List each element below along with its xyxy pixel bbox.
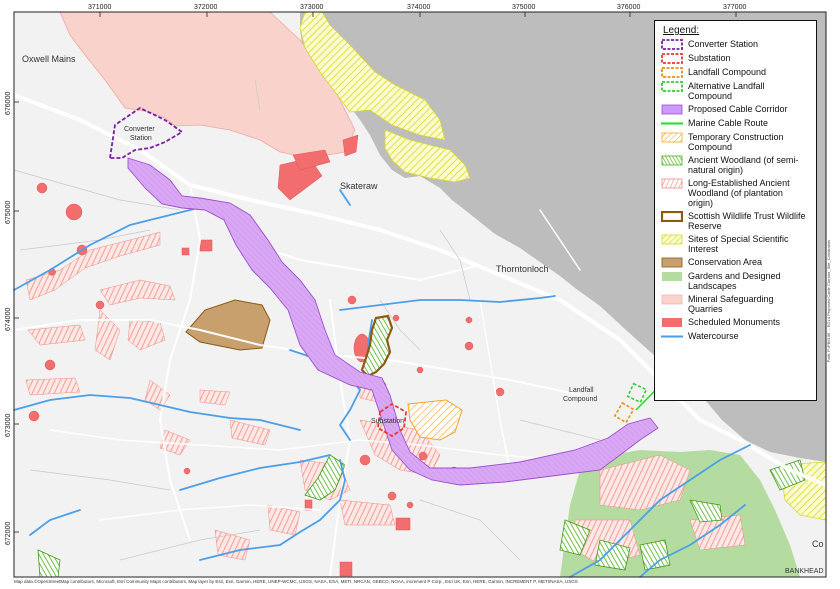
map-credit: Map data ©OpenStreetMap contributors, Mi… (14, 579, 578, 584)
grid-y-label-3: 674000 (5, 308, 12, 331)
legend-swatch-alt-landfall (661, 81, 683, 92)
grid-y-label-5: 672000 (5, 522, 12, 545)
legend-item-alt-landfall: Alternative Landfall Compound (661, 81, 810, 101)
legend-swatch-marine-cable (661, 118, 683, 129)
place-oxwell-mains: Oxwell Mains (22, 54, 76, 64)
place-thorntonloch: Thorntonloch (496, 264, 549, 274)
place-bankhead-partial: Co (812, 539, 824, 549)
grid-x-label-1: 371000 (88, 4, 111, 11)
label-converter-station-line1: Converter (124, 126, 155, 133)
legend-item-monuments: Scheduled Monuments (661, 317, 810, 328)
grid-x-label-2: 372000 (194, 4, 217, 11)
legend-swatch-swt-reserve (660, 210, 684, 223)
legend-swatch-landfall-compound (661, 67, 683, 78)
grid-y-label-1: 676000 (5, 92, 12, 115)
legend-label-sssi: Sites of Special Scientific Interest (688, 234, 789, 254)
legend-swatch-substation (661, 53, 683, 64)
legend-label-swt-reserve: Scottish Wildlife Trust Wildlife Reserve (688, 211, 806, 231)
legend-item-sssi: Sites of Special Scientific Interest (661, 234, 810, 254)
legend-label-lepo-woodland: Long-Established Ancient Woodland (of pl… (688, 178, 790, 208)
legend-label-ancient-woodland: Ancient Woodland (of semi-natural origin… (688, 155, 799, 175)
legend-label-gardens: Gardens and Designed Landscapes (688, 271, 781, 291)
grid-x-label-6: 376000 (617, 4, 640, 11)
legend-item-mineral: Mineral Safeguarding Quarries (661, 294, 810, 314)
legend-item-swt-reserve: Scottish Wildlife Trust Wildlife Reserve (660, 210, 810, 231)
legend-label-alt-landfall: Alternative Landfall Compound (688, 81, 765, 101)
legend-swatch-temp-compound (661, 132, 683, 143)
legend-title: Legend: (663, 25, 700, 36)
label-substation: Substation (371, 418, 404, 425)
legend-swatch-watercourse (661, 331, 683, 342)
legend-item-conservation-area: Conservation Area (661, 257, 810, 268)
legend-item-lepo-woodland: Long-Established Ancient Woodland (of pl… (661, 178, 810, 208)
legend-label-marine-cable: Marine Cable Route (688, 118, 769, 128)
legend-swatch-ancient-woodland (661, 155, 683, 166)
legend-label-cable-corridor: Proposed Cable Corridor (688, 104, 788, 114)
legend-item-temp-compound: Temporary Construction Compound (661, 132, 810, 152)
legend-swatch-gardens (661, 271, 683, 282)
label-landfall-line2: Compound (563, 396, 597, 403)
legend-swatch-sssi (661, 234, 683, 245)
legend-swatch-mineral (661, 294, 683, 305)
legend-item-gardens: Gardens and Designed Landscapes (661, 271, 810, 291)
grid-y-label-2: 675000 (5, 201, 12, 224)
legend-item-ancient-woodland: Ancient Woodland (of semi-natural origin… (661, 155, 810, 175)
legend-label-temp-compound: Temporary Construction Compound (688, 132, 784, 152)
legend-label-monuments: Scheduled Monuments (688, 317, 781, 327)
legend-item-watercourse: Watercourse (661, 331, 810, 342)
legend-label-landfall-compound: Landfall Compound (688, 67, 767, 77)
legend-label-substation: Substation (688, 53, 731, 63)
grid-x-label-4: 374000 (407, 4, 430, 11)
legend-label-converter-station: Converter Station (688, 39, 759, 49)
legend-swatch-cable-corridor (661, 104, 683, 115)
grid-y-label-4: 673000 (5, 414, 12, 437)
legend-label-mineral: Mineral Safeguarding Quarries (688, 294, 774, 314)
legend-panel: Legend: Converter Station Substation Landf… (654, 20, 817, 401)
grid-x-label-3: 373000 (300, 4, 323, 11)
legend-swatch-monuments (661, 317, 683, 328)
legend-item-converter-station: Converter Station (661, 39, 810, 50)
legend-items: Converter Station Substation Landfall Comp… (660, 39, 810, 342)
legend-label-watercourse: Watercourse (688, 331, 739, 341)
legend-swatch-conservation-area (661, 257, 683, 268)
file-path-text: Path: P:\PB6106 ... EGL4 Proposed Cable … (826, 240, 831, 363)
legend-item-landfall-compound: Landfall Compound (661, 67, 810, 78)
place-skateraw: Skateraw (340, 181, 378, 191)
legend-swatch-lepo-woodland (661, 178, 683, 189)
legend-item-cable-corridor: Proposed Cable Corridor (661, 104, 810, 115)
legend-item-substation: Substation (661, 53, 810, 64)
place-bankhead: BANKHEAD (785, 568, 824, 575)
grid-x-label-7: 377000 (723, 4, 746, 11)
label-landfall-line1: Landfall (569, 387, 594, 394)
legend-item-marine-cable: Marine Cable Route (661, 118, 810, 129)
label-converter-station-line2: Station (130, 135, 152, 142)
legend-label-conservation-area: Conservation Area (688, 257, 763, 267)
legend-swatch-converter-station (661, 39, 683, 50)
grid-x-label-5: 375000 (512, 4, 535, 11)
